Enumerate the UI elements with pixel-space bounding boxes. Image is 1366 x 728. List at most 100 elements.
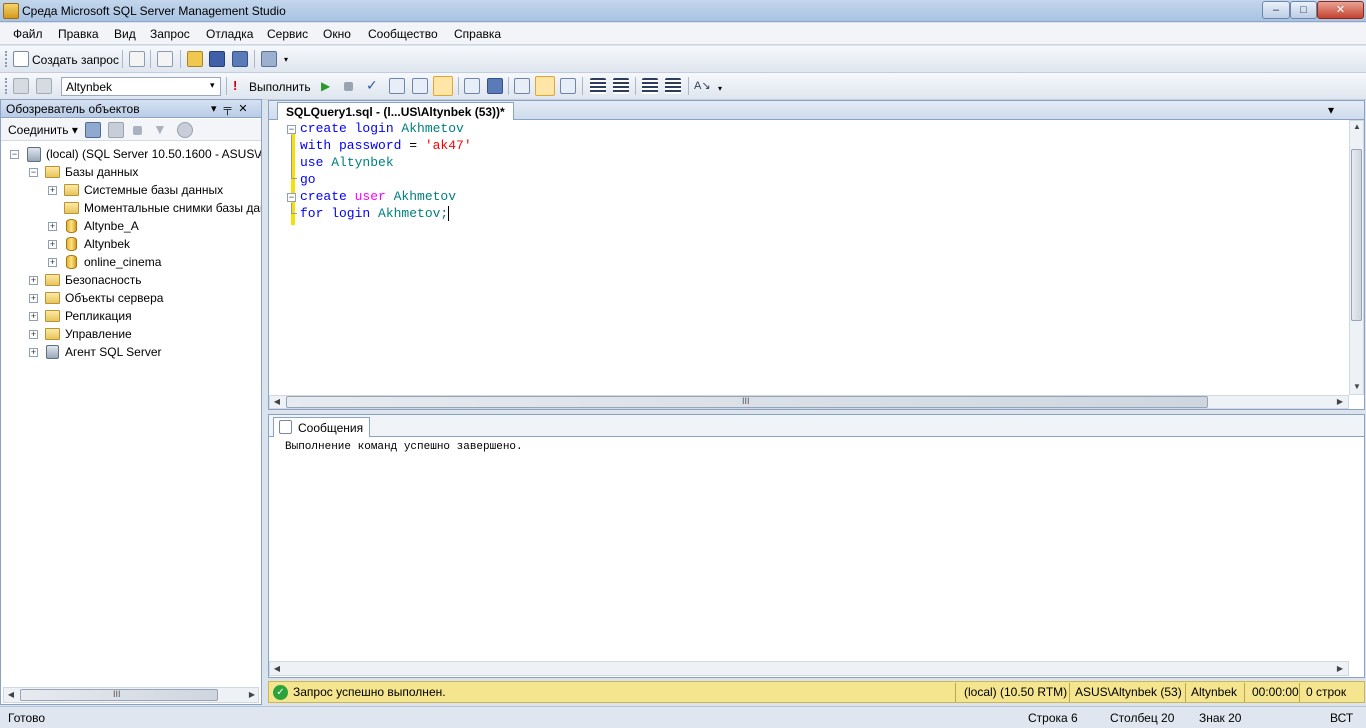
client-statistics-icon[interactable] bbox=[487, 78, 503, 94]
scroll-up-icon[interactable]: ▲ bbox=[1351, 122, 1363, 132]
decrease-indent-icon[interactable] bbox=[642, 78, 658, 94]
stop-icon[interactable] bbox=[344, 82, 353, 91]
stop-icon[interactable] bbox=[133, 126, 142, 135]
expand-icon[interactable]: + bbox=[29, 312, 38, 321]
tree-node-sql-agent[interactable]: + Агент SQL Server bbox=[1, 343, 261, 361]
horizontal-scrollbar[interactable]: ◀ III ▶ bbox=[3, 687, 259, 703]
tree-node-db-altynbe-a[interactable]: + Altynbe_A bbox=[1, 217, 261, 235]
editor-horizontal-scrollbar[interactable]: ◀ III ▶ bbox=[269, 395, 1349, 409]
filter-icon[interactable]: ▼ bbox=[153, 121, 167, 137]
database-selector[interactable]: Altynbek ▾ bbox=[61, 77, 221, 96]
increase-indent-icon[interactable] bbox=[665, 78, 681, 94]
scroll-right-icon[interactable]: ▶ bbox=[1334, 397, 1346, 407]
tree-node-management[interactable]: + Управление bbox=[1, 325, 261, 343]
save-icon[interactable] bbox=[209, 51, 225, 67]
expand-icon[interactable]: + bbox=[48, 222, 57, 231]
tree-node-databases[interactable]: − Базы данных bbox=[1, 163, 261, 181]
menu-tools[interactable]: Сервис bbox=[267, 27, 308, 41]
scrollbar-thumb[interactable]: III bbox=[286, 396, 1208, 408]
expand-icon[interactable]: + bbox=[29, 276, 38, 285]
tree-node-snapshots[interactable]: Моментальные снимки базы данных bbox=[1, 199, 261, 217]
ssms-app-icon[interactable] bbox=[3, 3, 19, 19]
tree-node-system-databases[interactable]: + Системные базы данных bbox=[1, 181, 261, 199]
expand-icon[interactable]: + bbox=[48, 258, 57, 267]
disconnect-icon[interactable] bbox=[36, 78, 52, 94]
tree-node-db-altynbek[interactable]: + Altynbek bbox=[1, 235, 261, 253]
expand-icon[interactable]: + bbox=[48, 240, 57, 249]
sql-code-editor[interactable]: − − create login Akhmetov with password … bbox=[269, 120, 1349, 395]
activity-monitor-icon[interactable] bbox=[261, 51, 277, 67]
code-line-6: for login Akhmetov; bbox=[300, 205, 458, 222]
collapse-icon[interactable]: − bbox=[29, 168, 38, 177]
menu-window[interactable]: Окно bbox=[323, 27, 351, 41]
parse-check-icon[interactable]: ✓ bbox=[366, 77, 378, 94]
scroll-down-icon[interactable]: ▼ bbox=[1351, 382, 1363, 392]
scrollbar-thumb[interactable] bbox=[1351, 149, 1362, 321]
outline-collapse-icon[interactable]: − bbox=[287, 193, 296, 202]
scroll-left-icon[interactable]: ◀ bbox=[271, 664, 283, 674]
debug-play-icon[interactable]: ▶ bbox=[321, 79, 330, 93]
scroll-right-icon[interactable]: ▶ bbox=[1334, 664, 1346, 674]
panel-pin-close-icons[interactable]: ▾ ╤ ✕ bbox=[211, 102, 250, 115]
scroll-right-icon[interactable]: ▶ bbox=[246, 690, 258, 700]
comment-lines-icon[interactable] bbox=[590, 78, 606, 94]
status-separator bbox=[1299, 683, 1300, 702]
include-plan-icon[interactable] bbox=[464, 78, 480, 94]
connect-object-icon[interactable] bbox=[85, 122, 101, 138]
open-folder-icon[interactable] bbox=[187, 51, 203, 67]
toolbar-grip[interactable] bbox=[5, 78, 8, 94]
execute-button[interactable]: Выполнить bbox=[249, 80, 311, 94]
tree-label: (local) (SQL Server 10.50.1600 - ASUS\Al… bbox=[46, 147, 261, 161]
menu-file[interactable]: Файл bbox=[13, 27, 43, 41]
tree-node-replication[interactable]: + Репликация bbox=[1, 307, 261, 325]
save-all-icon[interactable] bbox=[232, 51, 248, 67]
tree-node-server[interactable]: − (local) (SQL Server 10.50.1600 - ASUS\… bbox=[1, 145, 261, 163]
chevron-down-icon[interactable]: ▾ bbox=[210, 80, 215, 91]
scroll-left-icon[interactable]: ◀ bbox=[5, 690, 17, 700]
outline-line bbox=[291, 213, 297, 214]
menu-edit[interactable]: Правка bbox=[58, 27, 99, 41]
refresh-icon[interactable] bbox=[177, 122, 193, 138]
results-to-text-icon[interactable] bbox=[514, 78, 530, 94]
new-query-button[interactable]: Создать запрос bbox=[32, 53, 119, 67]
results-horizontal-scrollbar[interactable]: ◀ ▶ bbox=[269, 661, 1349, 676]
tree-node-db-online-cinema[interactable]: + online_cinema bbox=[1, 253, 261, 271]
toolbar-overflow-icon[interactable]: ▾ bbox=[718, 84, 722, 93]
menu-view[interactable]: Вид bbox=[114, 27, 136, 41]
new-file-icon[interactable] bbox=[157, 51, 173, 67]
menu-help[interactable]: Справка bbox=[454, 27, 501, 41]
toolbar-grip[interactable] bbox=[5, 51, 8, 67]
results-grid-toggle-icon[interactable] bbox=[535, 76, 555, 96]
tab-messages[interactable]: Сообщения bbox=[273, 417, 371, 437]
code-line-2: with password = 'ak47' bbox=[300, 138, 472, 153]
menu-community[interactable]: Сообщество bbox=[368, 27, 438, 41]
tree-node-server-objects[interactable]: + Объекты сервера bbox=[1, 289, 261, 307]
collapse-icon[interactable]: − bbox=[10, 150, 19, 159]
outline-collapse-icon[interactable]: − bbox=[287, 125, 296, 134]
menu-query[interactable]: Запрос bbox=[150, 27, 190, 41]
specify-template-values-icon[interactable]: A↘ bbox=[694, 79, 711, 92]
database-engine-query-icon[interactable] bbox=[129, 51, 145, 67]
expand-icon[interactable]: + bbox=[29, 294, 38, 303]
results-to-file-icon[interactable] bbox=[560, 78, 576, 94]
scrollbar-thumb[interactable]: III bbox=[20, 689, 218, 701]
uncomment-lines-icon[interactable] bbox=[613, 78, 629, 94]
expand-icon[interactable]: + bbox=[48, 186, 57, 195]
expand-icon[interactable]: + bbox=[29, 330, 38, 339]
disconnect-object-icon[interactable] bbox=[108, 122, 124, 138]
tab-sqlquery1[interactable]: SQLQuery1.sql - (l...US\Altynbek (53))* bbox=[277, 102, 514, 120]
scroll-left-icon[interactable]: ◀ bbox=[271, 397, 283, 407]
query-designer-icon[interactable] bbox=[412, 78, 428, 94]
expand-icon[interactable]: + bbox=[29, 348, 38, 357]
results-to-grid-icon[interactable] bbox=[433, 76, 453, 96]
connect-icon[interactable] bbox=[13, 78, 29, 94]
toolbar-overflow-icon[interactable]: ▾ bbox=[284, 55, 288, 64]
menu-debug[interactable]: Отладка bbox=[206, 27, 253, 41]
maximize-button[interactable]: □ bbox=[1290, 1, 1317, 19]
connect-dropdown-button[interactable]: Соединить ▾ bbox=[8, 123, 78, 137]
editor-vertical-scrollbar[interactable]: ▲ ▼ bbox=[1349, 120, 1364, 395]
minimize-button[interactable]: – bbox=[1262, 1, 1290, 19]
close-button[interactable]: ✕ bbox=[1317, 1, 1364, 19]
display-plan-icon[interactable] bbox=[389, 78, 405, 94]
tree-node-security[interactable]: + Безопасность bbox=[1, 271, 261, 289]
